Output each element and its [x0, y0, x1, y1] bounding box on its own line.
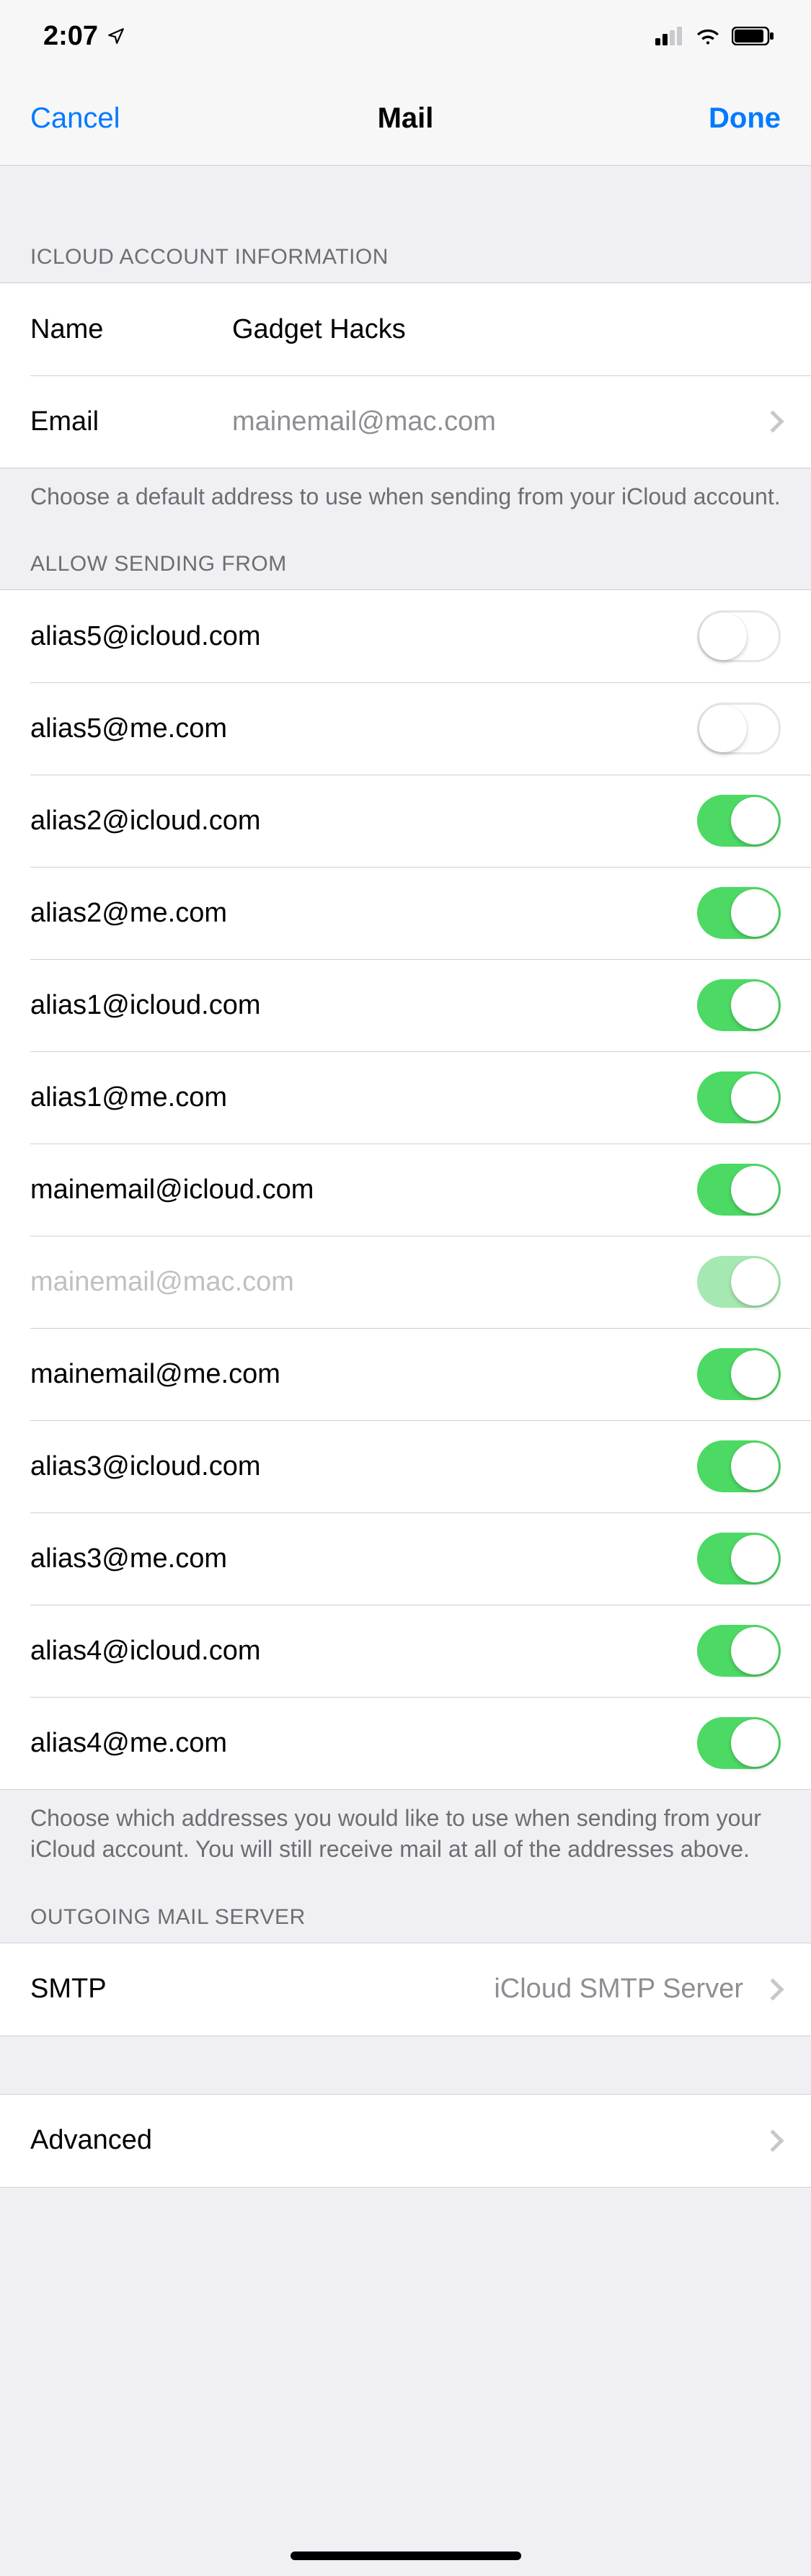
alias-toggle[interactable]	[697, 979, 781, 1031]
name-value: Gadget Hacks	[232, 314, 781, 345]
section-header-account-info: ICLOUD ACCOUNT INFORMATION	[0, 166, 811, 282]
group-allow-sending: alias5@icloud.com alias5@me.com alias2@icl…	[0, 589, 811, 1790]
status-time: 2:07	[43, 21, 98, 52]
home-indicator	[291, 2552, 521, 2560]
alias-toggle[interactable]	[697, 1164, 781, 1216]
alias-toggle[interactable]	[697, 703, 781, 754]
alias-address: alias3@icloud.com	[30, 1451, 697, 1482]
alias-toggle[interactable]	[697, 1625, 781, 1677]
wifi-icon	[694, 27, 722, 45]
battery-icon	[732, 27, 775, 45]
alias-address: alias2@icloud.com	[30, 806, 697, 837]
allow-sending-row: mainemail@mac.com	[0, 1236, 811, 1328]
cell-signal-icon	[655, 27, 684, 45]
section-header-allow-sending: ALLOW SENDING FROM	[0, 512, 811, 589]
alias-address: mainemail@mac.com	[30, 1267, 697, 1298]
done-button[interactable]: Done	[709, 102, 781, 135]
section-footer-allow-sending: Choose which addresses you would like to…	[0, 1790, 811, 1865]
allow-sending-row: alias2@icloud.com	[0, 775, 811, 867]
name-label: Name	[30, 314, 232, 345]
allow-sending-row: alias2@me.com	[0, 867, 811, 959]
alias-address: alias1@icloud.com	[30, 990, 697, 1021]
alias-toggle[interactable]	[697, 1348, 781, 1400]
alias-address: mainemail@icloud.com	[30, 1175, 697, 1205]
allow-sending-row: alias3@me.com	[0, 1512, 811, 1605]
alias-address: mainemail@me.com	[30, 1359, 697, 1390]
allow-sending-row: alias4@me.com	[0, 1697, 811, 1789]
email-label: Email	[30, 406, 232, 437]
alias-toggle	[697, 1256, 781, 1308]
allow-sending-row: alias5@icloud.com	[0, 590, 811, 682]
status-bar: 2:07	[0, 0, 811, 72]
allow-sending-row: alias1@icloud.com	[0, 959, 811, 1051]
section-footer-account-info: Choose a default address to use when sen…	[0, 468, 811, 512]
row-name[interactable]: Name Gadget Hacks	[0, 283, 811, 375]
allow-sending-row: mainemail@me.com	[0, 1328, 811, 1420]
row-smtp[interactable]: SMTP iCloud SMTP Server	[0, 1943, 811, 2036]
section-header-outgoing: OUTGOING MAIL SERVER	[0, 1866, 811, 1943]
status-right	[655, 27, 775, 45]
allow-sending-row: alias5@me.com	[0, 682, 811, 775]
page-title: Mail	[378, 102, 434, 135]
group-account-info: Name Gadget Hacks Email mainemail@mac.co…	[0, 282, 811, 468]
row-email[interactable]: Email mainemail@mac.com	[0, 375, 811, 468]
row-advanced[interactable]: Advanced	[0, 2095, 811, 2187]
chevron-right-icon	[761, 1978, 784, 2000]
alias-toggle[interactable]	[697, 1533, 781, 1585]
smtp-label: SMTP	[30, 1974, 494, 2005]
alias-address: alias4@icloud.com	[30, 1636, 697, 1667]
allow-sending-row: mainemail@icloud.com	[0, 1144, 811, 1236]
location-icon	[107, 27, 125, 45]
alias-toggle[interactable]	[697, 1440, 781, 1492]
allow-sending-row: alias3@icloud.com	[0, 1420, 811, 1512]
status-left: 2:07	[43, 21, 125, 52]
alias-address: alias2@me.com	[30, 898, 697, 929]
chevron-right-icon	[761, 410, 784, 432]
alias-address: alias1@me.com	[30, 1082, 697, 1113]
alias-address: alias4@me.com	[30, 1728, 697, 1759]
group-outgoing: SMTP iCloud SMTP Server	[0, 1943, 811, 2036]
nav-bar: Cancel Mail Done	[0, 72, 811, 166]
group-advanced: Advanced	[0, 2094, 811, 2188]
alias-toggle[interactable]	[697, 887, 781, 939]
alias-address: alias3@me.com	[30, 1543, 697, 1574]
alias-toggle[interactable]	[697, 610, 781, 662]
alias-toggle[interactable]	[697, 1717, 781, 1769]
smtp-value: iCloud SMTP Server	[494, 1974, 753, 2005]
alias-address: alias5@me.com	[30, 713, 697, 744]
advanced-label: Advanced	[30, 2125, 765, 2156]
alias-toggle[interactable]	[697, 795, 781, 847]
allow-sending-row: alias4@icloud.com	[0, 1605, 811, 1697]
alias-address: alias5@icloud.com	[30, 621, 697, 652]
cancel-button[interactable]: Cancel	[30, 102, 120, 135]
email-value: mainemail@mac.com	[232, 406, 753, 437]
alias-toggle[interactable]	[697, 1071, 781, 1123]
chevron-right-icon	[761, 2129, 784, 2152]
allow-sending-row: alias1@me.com	[0, 1051, 811, 1144]
